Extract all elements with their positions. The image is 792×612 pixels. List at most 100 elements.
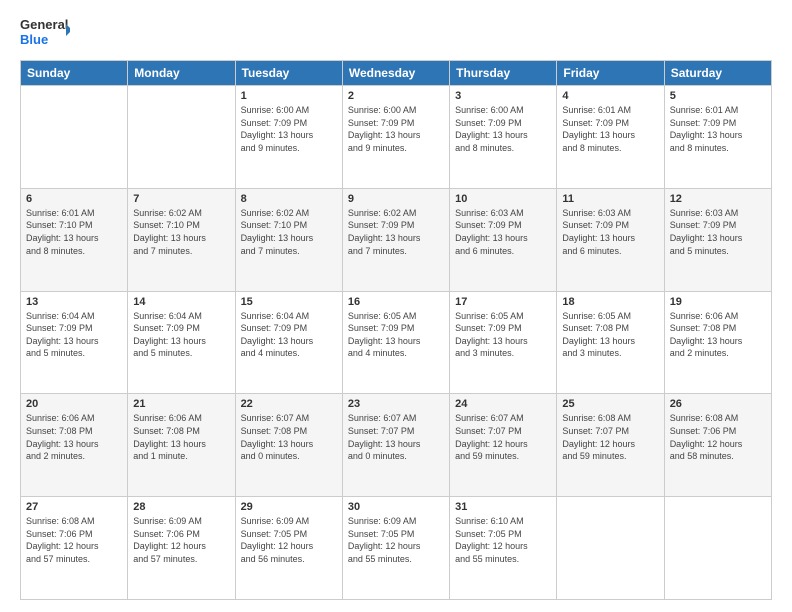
week-row-3: 13 Sunrise: 6:04 AM Sunset: 7:09 PM Dayli… [21,291,772,394]
day-number: 17 [455,296,551,308]
calendar-cell: 22Sunrise: 6:07 AM Sunset: 7:08 PM Dayli… [235,394,342,497]
logo-svg: General Blue [20,16,70,52]
day-number: 1 [241,90,337,102]
day-number: 31 [455,501,551,513]
day-number: 29 [241,501,337,513]
day-number: 7 [133,193,229,205]
calendar-cell [128,86,235,189]
day-info: Sunrise: 6:06 AM Sunset: 7:08 PM Dayligh… [670,310,766,360]
day-info: Sunrise: 6:09 AM Sunset: 7:06 PM Dayligh… [133,515,229,565]
day-info: Sunrise: 6:09 AM Sunset: 7:05 PM Dayligh… [348,515,444,565]
day-number: 21 [133,398,229,410]
day-info: Sunrise: 6:05 AM Sunset: 7:08 PM Dayligh… [562,310,658,360]
calendar-cell: 17 Sunrise: 6:05 AM Sunset: 7:09 PM Dayli… [450,291,557,394]
calendar-cell [664,497,771,600]
day-info: Sunrise: 6:03 AM Sunset: 7:09 PM Dayligh… [455,207,551,257]
calendar-cell: 2 Sunrise: 6:00 AM Sunset: 7:09 PM Daylig… [342,86,449,189]
day-info: Sunrise: 6:03 AM Sunset: 7:09 PM Dayligh… [670,207,766,257]
calendar-cell: 10 Sunrise: 6:03 AM Sunset: 7:09 PM Dayli… [450,188,557,291]
day-info: Sunrise: 6:01 AM Sunset: 7:10 PM Dayligh… [26,207,122,257]
day-info: Sunrise: 6:00 AM Sunset: 7:09 PM Dayligh… [455,104,551,154]
day-info: Sunrise: 6:02 AM Sunset: 7:10 PM Dayligh… [241,207,337,257]
header-thursday: Thursday [450,61,557,86]
day-info: Sunrise: 6:09 AM Sunset: 7:05 PM Dayligh… [241,515,337,565]
day-number: 6 [26,193,122,205]
calendar-cell: 27 Sunrise: 6:08 AM Sunset: 7:06 PM Dayli… [21,497,128,600]
calendar-cell: 20 Sunrise: 6:06 AM Sunset: 7:08 PM Dayli… [21,394,128,497]
calendar-cell [21,86,128,189]
calendar-cell: 18Sunrise: 6:05 AM Sunset: 7:08 PM Dayli… [557,291,664,394]
day-number: 14 [133,296,229,308]
calendar-cell: 31 Sunrise: 6:10 AM Sunset: 7:05 PM Dayli… [450,497,557,600]
day-number: 16 [348,296,444,308]
page: General Blue SundayMondayTuesdayWednesda… [0,0,792,612]
svg-text:General: General [20,17,68,32]
header-sunday: Sunday [21,61,128,86]
day-number: 20 [26,398,122,410]
calendar-cell: 13 Sunrise: 6:04 AM Sunset: 7:09 PM Dayli… [21,291,128,394]
calendar-cell: 23Sunrise: 6:07 AM Sunset: 7:07 PM Dayli… [342,394,449,497]
day-info: Sunrise: 6:06 AM Sunset: 7:08 PM Dayligh… [26,412,122,462]
day-info: Sunrise: 6:00 AM Sunset: 7:09 PM Dayligh… [348,104,444,154]
calendar-cell: 16 Sunrise: 6:05 AM Sunset: 7:09 PM Dayli… [342,291,449,394]
day-info: Sunrise: 6:08 AM Sunset: 7:06 PM Dayligh… [670,412,766,462]
day-info: Sunrise: 6:01 AM Sunset: 7:09 PM Dayligh… [670,104,766,154]
day-info: Sunrise: 6:02 AM Sunset: 7:09 PM Dayligh… [348,207,444,257]
day-info: Sunrise: 6:08 AM Sunset: 7:06 PM Dayligh… [26,515,122,565]
day-info: Sunrise: 6:10 AM Sunset: 7:05 PM Dayligh… [455,515,551,565]
logo: General Blue [20,16,70,52]
header-saturday: Saturday [664,61,771,86]
day-info: Sunrise: 6:05 AM Sunset: 7:09 PM Dayligh… [348,310,444,360]
header-wednesday: Wednesday [342,61,449,86]
day-info: Sunrise: 6:03 AM Sunset: 7:09 PM Dayligh… [562,207,658,257]
calendar-header: SundayMondayTuesdayWednesdayThursdayFrid… [21,61,772,86]
day-info: Sunrise: 6:05 AM Sunset: 7:09 PM Dayligh… [455,310,551,360]
calendar-cell: 29 Sunrise: 6:09 AM Sunset: 7:05 PM Dayli… [235,497,342,600]
week-row-2: 6 Sunrise: 6:01 AM Sunset: 7:10 PM Daylig… [21,188,772,291]
calendar-cell: 7Sunrise: 6:02 AM Sunset: 7:10 PM Daylig… [128,188,235,291]
day-number: 26 [670,398,766,410]
calendar-cell: 24Sunrise: 6:07 AM Sunset: 7:07 PM Dayli… [450,394,557,497]
calendar-cell: 8Sunrise: 6:02 AM Sunset: 7:10 PM Daylig… [235,188,342,291]
header-tuesday: Tuesday [235,61,342,86]
day-number: 15 [241,296,337,308]
day-number: 12 [670,193,766,205]
calendar-cell: 1 Sunrise: 6:00 AM Sunset: 7:09 PM Daylig… [235,86,342,189]
day-number: 2 [348,90,444,102]
calendar-cell: 19 Sunrise: 6:06 AM Sunset: 7:08 PM Dayli… [664,291,771,394]
svg-text:Blue: Blue [20,32,48,47]
week-row-5: 27 Sunrise: 6:08 AM Sunset: 7:06 PM Dayli… [21,497,772,600]
day-number: 13 [26,296,122,308]
calendar-cell: 21 Sunrise: 6:06 AM Sunset: 7:08 PM Dayli… [128,394,235,497]
day-info: Sunrise: 6:08 AM Sunset: 7:07 PM Dayligh… [562,412,658,462]
day-info: Sunrise: 6:04 AM Sunset: 7:09 PM Dayligh… [26,310,122,360]
calendar-cell: 6 Sunrise: 6:01 AM Sunset: 7:10 PM Daylig… [21,188,128,291]
day-number: 11 [562,193,658,205]
day-number: 27 [26,501,122,513]
calendar-cell: 11 Sunrise: 6:03 AM Sunset: 7:09 PM Dayli… [557,188,664,291]
day-number: 28 [133,501,229,513]
week-row-4: 20 Sunrise: 6:06 AM Sunset: 7:08 PM Dayli… [21,394,772,497]
week-row-1: 1 Sunrise: 6:00 AM Sunset: 7:09 PM Daylig… [21,86,772,189]
day-number: 4 [562,90,658,102]
header: General Blue [20,16,772,52]
calendar-cell: 15Sunrise: 6:04 AM Sunset: 7:09 PM Dayli… [235,291,342,394]
day-number: 24 [455,398,551,410]
header-friday: Friday [557,61,664,86]
day-info: Sunrise: 6:04 AM Sunset: 7:09 PM Dayligh… [133,310,229,360]
calendar-cell: 26 Sunrise: 6:08 AM Sunset: 7:06 PM Dayli… [664,394,771,497]
day-number: 19 [670,296,766,308]
calendar: SundayMondayTuesdayWednesdayThursdayFrid… [20,60,772,600]
day-number: 25 [562,398,658,410]
calendar-cell: 4Sunrise: 6:01 AM Sunset: 7:09 PM Daylig… [557,86,664,189]
day-number: 22 [241,398,337,410]
day-info: Sunrise: 6:06 AM Sunset: 7:08 PM Dayligh… [133,412,229,462]
day-info: Sunrise: 6:00 AM Sunset: 7:09 PM Dayligh… [241,104,337,154]
calendar-cell: 5 Sunrise: 6:01 AM Sunset: 7:09 PM Daylig… [664,86,771,189]
day-number: 10 [455,193,551,205]
calendar-cell: 30Sunrise: 6:09 AM Sunset: 7:05 PM Dayli… [342,497,449,600]
day-number: 3 [455,90,551,102]
calendar-cell: 14 Sunrise: 6:04 AM Sunset: 7:09 PM Dayli… [128,291,235,394]
calendar-cell: 9Sunrise: 6:02 AM Sunset: 7:09 PM Daylig… [342,188,449,291]
day-number: 5 [670,90,766,102]
